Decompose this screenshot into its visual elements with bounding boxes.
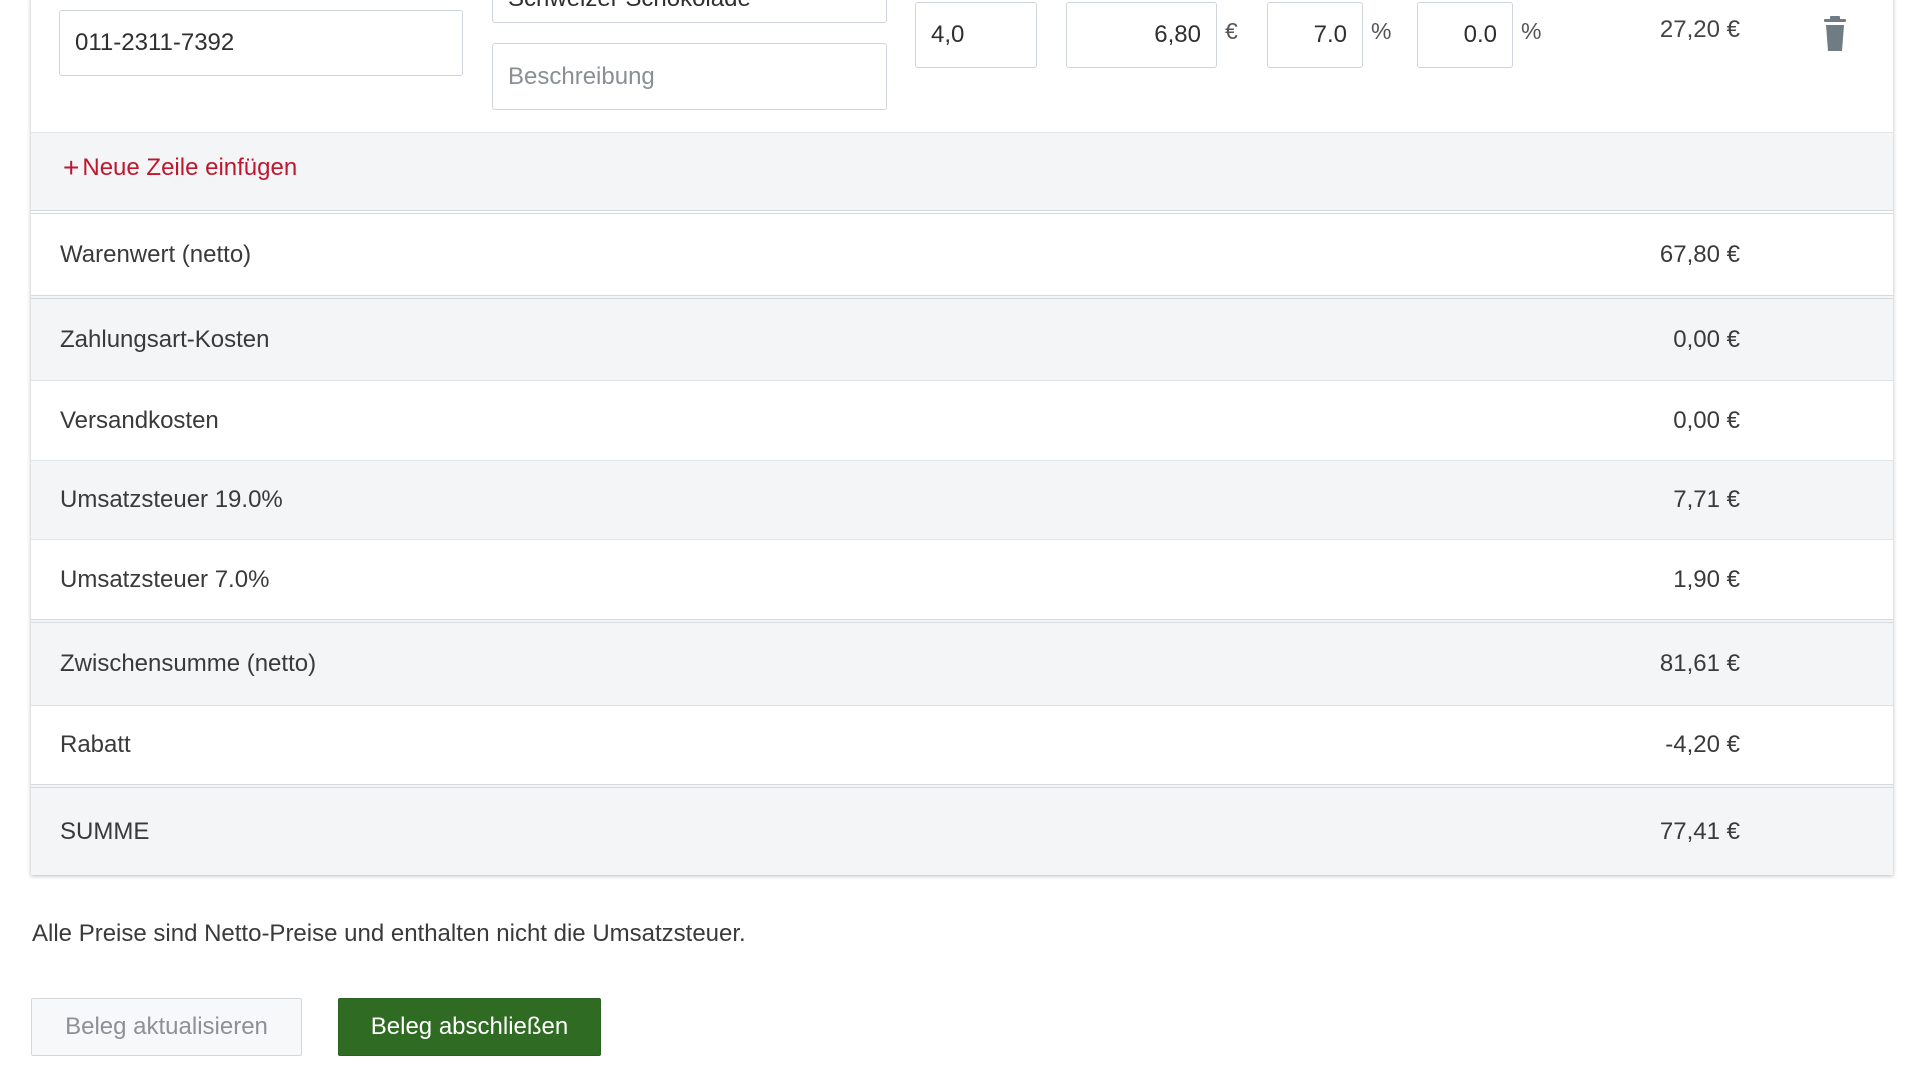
summary-value: 81,61 € [1659, 650, 1740, 677]
description-input[interactable] [492, 43, 887, 110]
unit-price-input[interactable] [1066, 2, 1217, 68]
update-receipt-button[interactable]: Beleg aktualisieren [31, 998, 302, 1056]
summary-label: Umsatzsteuer 7.0% [60, 565, 270, 593]
summary-row-payment-costs: Zahlungsart-Kosten 0,00 € [31, 295, 1893, 380]
summary-value: 0,00 € [1673, 406, 1740, 434]
add-row-label: Neue Zeile einfügen [82, 154, 298, 181]
summary-value: 67,80 € [1659, 240, 1740, 268]
invoice-card: € % % 27,20 € + Neue Zeile einfügen Ware… [31, 0, 1893, 875]
summary-label: Umsatzsteuer 19.0% [60, 486, 283, 513]
summary-label: Rabatt [60, 731, 131, 758]
summary-row-vat-7: Umsatzsteuer 7.0% 1,90 € [31, 539, 1893, 619]
summary-value: -4,20 € [1665, 731, 1740, 758]
line-item-row: € % % 27,20 € [31, 0, 1893, 132]
summary-value: 7,71 € [1673, 486, 1740, 513]
currency-symbol: € [1225, 18, 1238, 44]
quantity-input[interactable] [915, 2, 1037, 68]
net-price-note: Alle Preise sind Netto-Preise und enthal… [32, 920, 746, 947]
summary-row-vat-19: Umsatzsteuer 19.0% 7,71 € [31, 460, 1893, 539]
summary-row-total: SUMME 77,41 € [31, 784, 1893, 875]
summary-row-shipping: Versandkosten 0,00 € [31, 380, 1893, 460]
summary-value: 1,90 € [1673, 565, 1740, 593]
summary-label: SUMME [60, 817, 150, 845]
discount-percent-symbol: % [1521, 18, 1542, 44]
summary-row-subtotal: Zwischensumme (netto) 81,61 € [31, 619, 1893, 705]
discount-input[interactable] [1417, 2, 1513, 68]
summary-label: Zwischensumme (netto) [60, 650, 317, 677]
summary-label: Warenwert (netto) [60, 240, 252, 268]
article-number-input[interactable] [59, 10, 463, 76]
add-row-bar: + Neue Zeile einfügen [31, 132, 1893, 211]
summary-row-net-goods: Warenwert (netto) 67,80 € [31, 210, 1893, 295]
summary-value: 0,00 € [1673, 325, 1740, 353]
trash-icon[interactable] [1818, 16, 1852, 52]
article-name-input[interactable] [492, 0, 887, 23]
finish-receipt-button[interactable]: Beleg abschließen [338, 998, 601, 1056]
tax-percent-symbol: % [1371, 18, 1392, 44]
summary-label: Zahlungsart-Kosten [60, 325, 270, 353]
plus-icon: + [63, 152, 80, 183]
summary-value: 77,41 € [1659, 817, 1740, 845]
tax-rate-input[interactable] [1267, 2, 1363, 68]
summary-row-discount: Rabatt -4,20 € [31, 705, 1893, 784]
line-total: 27,20 € [1659, 16, 1740, 43]
add-row-link[interactable]: + Neue Zeile einfügen [63, 154, 297, 182]
summary-label: Versandkosten [60, 406, 219, 434]
